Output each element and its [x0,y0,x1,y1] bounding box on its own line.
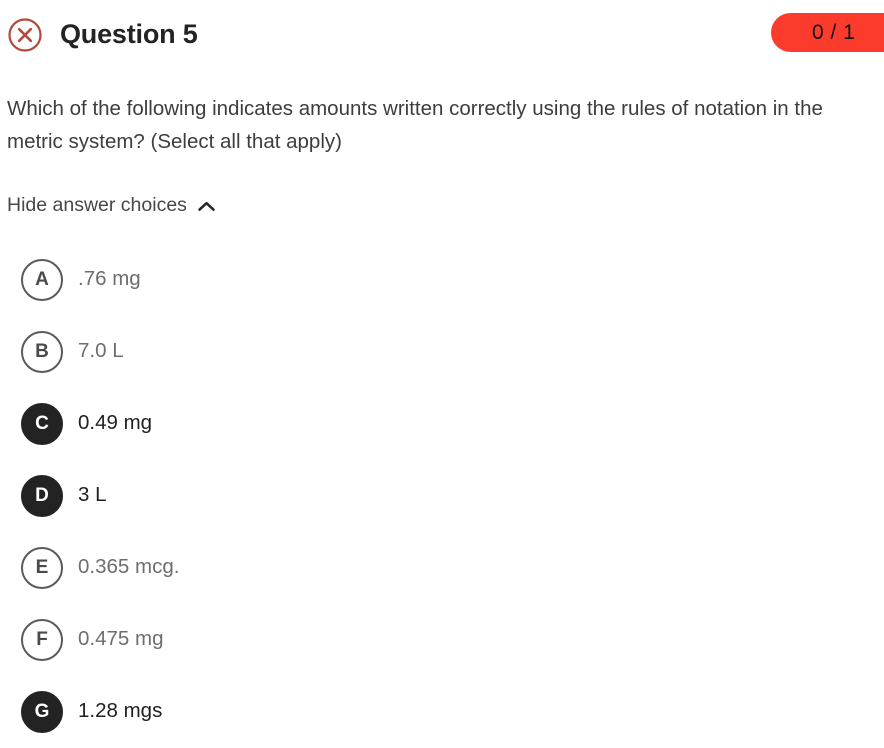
answer-choice-a[interactable]: A .76 mg [0,244,884,316]
choice-letter-bubble[interactable]: D [21,474,63,517]
question-header: Question 5 0 / 1 [0,0,884,68]
choice-text: 0.365 mcg. [78,555,180,579]
choice-letter-bubble[interactable]: C [21,402,63,445]
hide-answer-choices-toggle[interactable]: Hide answer choices [0,194,215,216]
answer-choice-g[interactable]: G 1.28 mgs [0,676,884,748]
chevron-up-icon[interactable] [198,201,215,212]
answer-choice-f[interactable]: F 0.475 mg [0,604,884,676]
answer-choice-b[interactable]: B 7.0 L [0,316,884,388]
choice-text: 0.49 mg [78,411,153,435]
choice-text: .76 mg [78,267,141,291]
choice-letter-bubble[interactable]: B [21,330,63,373]
answer-choices-list: A .76 mg B 7.0 L C 0.49 mg D 3 L E 0.365 mcg. F 0.4… [0,244,884,748]
choice-text: 3 L [78,483,107,507]
circle-x-icon [8,18,42,52]
page-title: Question 5 [60,18,198,49]
question-prompt: Which of the following indicates amounts… [7,97,823,153]
answer-choice-c[interactable]: C 0.49 mg [0,388,884,460]
score-badge: 0 / 1 [771,13,884,52]
choice-letter-bubble[interactable]: E [21,546,63,589]
choice-text: 1.28 mgs [78,699,163,723]
choice-text: 0.475 mg [78,627,164,651]
hide-answer-choices-label: Hide answer choices [7,194,187,216]
answer-choice-d[interactable]: D 3 L [0,460,884,532]
choice-letter-bubble[interactable]: A [21,258,63,301]
answer-choice-e[interactable]: E 0.365 mcg. [0,532,884,604]
question-body: Which of the following indicates amounts… [0,92,884,158]
choice-letter-bubble[interactable]: F [21,618,63,661]
choice-text: 7.0 L [78,339,124,363]
choice-letter-bubble[interactable]: G [21,690,63,733]
